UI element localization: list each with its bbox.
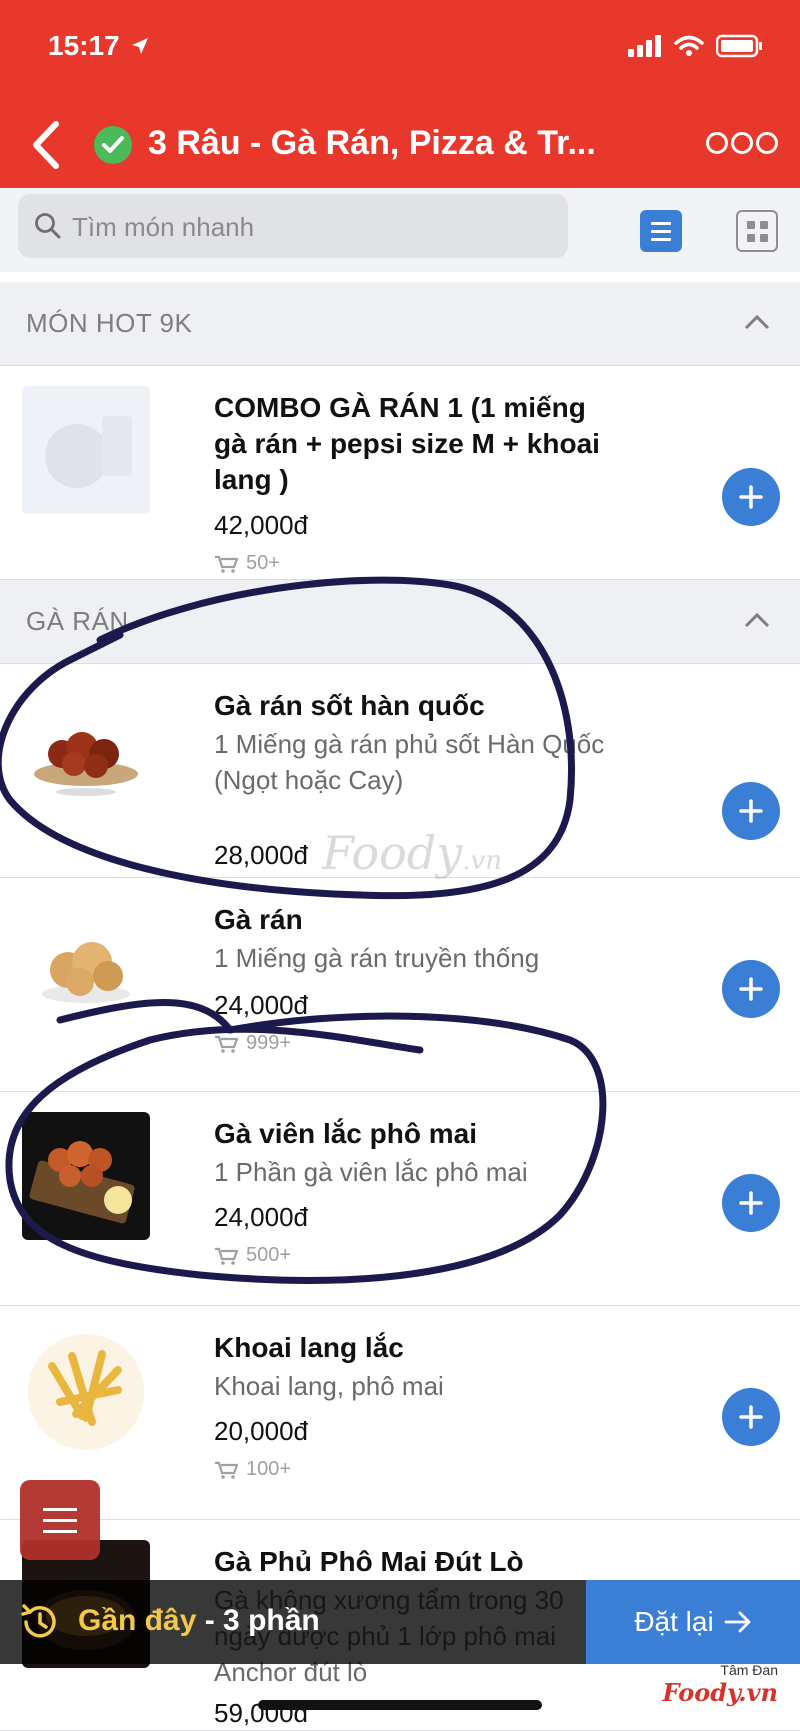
item-name: Gà Phủ Phô Mai Đút Lò	[214, 1546, 524, 1577]
cellular-signal-icon	[628, 35, 661, 57]
item-description: 1 Phần gà viên lắc phô mai	[214, 1157, 528, 1187]
more-dot	[731, 132, 753, 154]
sold-count: 50+	[246, 552, 280, 574]
recent-count: - 3 phần	[204, 1604, 320, 1637]
history-clock-icon	[21, 1604, 56, 1638]
wifi-icon	[674, 35, 704, 56]
item-image	[22, 1112, 150, 1240]
item-name: Gà viên lắc phô mai	[214, 1118, 477, 1149]
recent-orders-label[interactable]: Gần đây - 3 phần	[78, 1604, 320, 1638]
item-price: 24,000đ	[214, 990, 308, 1020]
item-name: Gà rán sốt hàn quốc	[214, 690, 485, 721]
chevron-up-icon[interactable]	[744, 314, 770, 330]
item-sold-count: 100+	[214, 1458, 291, 1481]
reorder-button[interactable]: Đặt lại	[586, 1580, 800, 1664]
item-description: 1 Miếng gà rán phủ sốt Hàn Quốc (Ngọt ho…	[214, 729, 605, 795]
photo-credit: Tâm Đan Foody.vn	[663, 1662, 778, 1707]
item-price: 28,000đ	[214, 840, 308, 870]
battery-icon	[716, 34, 762, 58]
plus-icon	[739, 799, 763, 823]
watermark-suffix: .vn	[462, 846, 502, 876]
watermark-brand: Foody	[322, 826, 463, 880]
section-header-ga-ran[interactable]: GÀ RÁN	[0, 580, 800, 664]
item-price: 42,000đ	[214, 510, 308, 540]
home-indicator[interactable]	[258, 1700, 542, 1710]
menu-item[interactable]: Gà viên lắc phô mai 1 Phần gà viên lắc p…	[0, 1092, 800, 1306]
credit-author: Tâm Đan	[720, 1662, 778, 1678]
location-arrow-icon	[132, 38, 148, 54]
add-to-cart-button[interactable]	[722, 782, 780, 840]
item-price: 24,000đ	[214, 1202, 308, 1232]
foody-watermark: Foody.vn	[322, 826, 502, 880]
list-view-icon[interactable]	[640, 210, 682, 252]
recent-orders-bar: Gần đây - 3 phần Đặt lại	[0, 1580, 800, 1664]
search-row: Tìm món nhanh	[0, 188, 800, 272]
app-header: 15:17 3 Râu - Gà Rán, Pizza & Tr...	[0, 0, 800, 188]
chevron-up-icon[interactable]	[744, 612, 770, 628]
add-to-cart-button[interactable]	[722, 960, 780, 1018]
item-name: Gà rán	[214, 904, 303, 935]
cart-icon	[215, 1461, 238, 1479]
item-sold-count: 999+	[214, 1032, 291, 1055]
more-dot	[706, 132, 728, 154]
plus-icon	[739, 485, 763, 509]
shop-title: 3 Râu - Gà Rán, Pizza & Tr...	[148, 124, 596, 162]
item-image-placeholder	[22, 386, 150, 514]
grid-view-icon[interactable]	[736, 210, 778, 252]
arrow-right-icon	[724, 1611, 751, 1633]
item-description: 1 Miếng gà rán truyền thống	[214, 943, 540, 973]
section-title: MÓN HOT 9K	[26, 308, 193, 338]
cart-icon	[215, 1247, 238, 1265]
item-image	[22, 1326, 150, 1454]
sold-count: 500+	[246, 1244, 292, 1266]
reorder-label: Đặt lại	[634, 1606, 714, 1637]
item-image	[22, 898, 150, 1026]
sold-count: 100+	[246, 1458, 292, 1480]
more-options-icon[interactable]	[706, 132, 778, 154]
menu-item[interactable]: Khoai lang lắc Khoai lang, phô mai 20,00…	[0, 1306, 800, 1520]
menu-item[interactable]: Gà rán 1 Miếng gà rán truyền thống 24,00…	[0, 878, 800, 1092]
item-description: Khoai lang, phô mai	[214, 1371, 444, 1401]
item-name: COMBO GÀ RÁN 1 (1 miếng gà rán + pepsi s…	[214, 392, 600, 495]
item-sold-count: 500+	[214, 1244, 291, 1267]
section-header-hot[interactable]: MÓN HOT 9K	[0, 282, 800, 366]
search-icon	[35, 213, 61, 239]
search-placeholder: Tìm món nhanh	[72, 212, 255, 242]
status-time: 15:17	[48, 30, 120, 61]
search-input[interactable]: Tìm món nhanh	[18, 194, 568, 258]
plus-icon	[739, 1405, 763, 1429]
add-to-cart-button[interactable]	[722, 1174, 780, 1232]
cart-icon	[215, 555, 238, 573]
section-title: GÀ RÁN	[26, 606, 129, 636]
add-to-cart-button[interactable]	[722, 1388, 780, 1446]
item-name: Khoai lang lắc	[214, 1332, 404, 1363]
back-chevron-icon[interactable]	[28, 120, 68, 170]
category-menu-button[interactable]	[20, 1480, 100, 1560]
item-image	[22, 684, 150, 812]
sold-count: 999+	[246, 1032, 292, 1054]
credit-brand: Foody.vn	[662, 1678, 778, 1707]
add-to-cart-button[interactable]	[722, 468, 780, 526]
plus-icon	[739, 1191, 763, 1215]
recent-label: Gần đây	[78, 1604, 197, 1637]
more-dot	[756, 132, 778, 154]
plus-icon	[739, 977, 763, 1001]
item-sold-count: 50+	[214, 552, 280, 575]
item-price: 20,000đ	[214, 1416, 308, 1446]
cart-icon	[215, 1035, 238, 1053]
verified-check-icon	[94, 126, 132, 164]
menu-item[interactable]: COMBO GÀ RÁN 1 (1 miếng gà rán + pepsi s…	[0, 366, 800, 580]
status-icons	[628, 34, 764, 58]
